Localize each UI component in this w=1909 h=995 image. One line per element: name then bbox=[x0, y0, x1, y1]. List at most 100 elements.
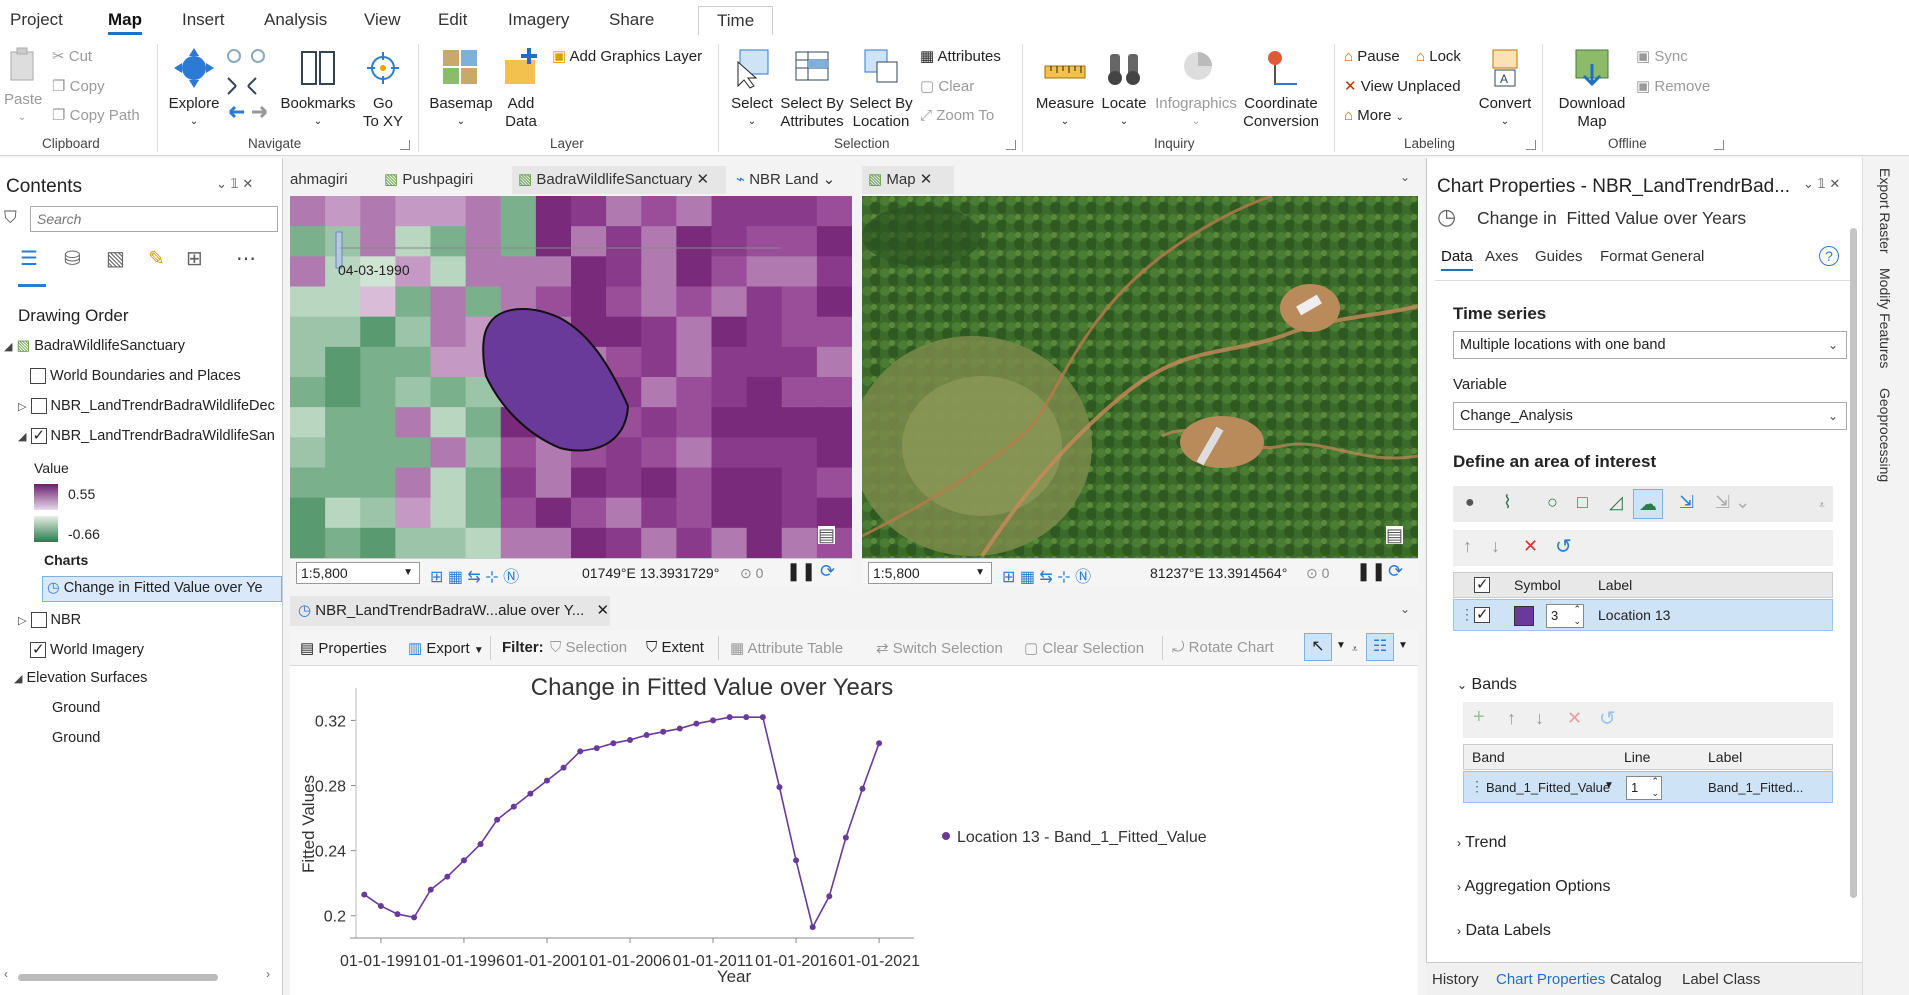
zoom-arrows-icon[interactable] bbox=[226, 48, 270, 128]
download-map-button[interactable]: Download Map bbox=[1552, 46, 1632, 131]
data-point[interactable] bbox=[759, 714, 766, 721]
close-tab-icon[interactable]: ✕ bbox=[696, 171, 709, 188]
paste-button[interactable]: Paste ⌄ bbox=[4, 46, 42, 127]
navigation-tools-icon[interactable]: ⊞ ▦ ⇆ ⊹ Ⓝ bbox=[430, 563, 519, 587]
chart-legend[interactable]: Location 13 - Band_1_Fitted_Value bbox=[942, 829, 1207, 846]
view-tab-pushpagiri[interactable]: ▧ Pushpagiri bbox=[384, 166, 506, 194]
data-point[interactable] bbox=[477, 841, 484, 848]
cut-button[interactable]: ✂ Cut bbox=[52, 48, 92, 66]
map-legend-icon[interactable]: ▤ bbox=[818, 526, 836, 544]
symbol-size-stepper[interactable]: 3 ⌃ ⌄ bbox=[1546, 604, 1584, 628]
move-up-icon[interactable]: ↑ bbox=[1463, 536, 1472, 557]
data-point[interactable] bbox=[543, 777, 550, 784]
data-point[interactable] bbox=[460, 857, 467, 864]
pane-menu-icon[interactable]: ⌄ 𝟙 ✕ bbox=[1803, 176, 1840, 192]
more-options-icon[interactable]: ⋯ bbox=[236, 246, 256, 271]
explore-button[interactable]: Explore ⌄ bbox=[166, 46, 222, 131]
view-tab-map[interactable]: ▧ Map ✕ bbox=[862, 166, 954, 194]
rotate-chart-button[interactable]: ⤾ Rotate Chart bbox=[1172, 639, 1274, 656]
circle-tool-icon[interactable]: ○ bbox=[1547, 492, 1558, 513]
navigation-tools-icon[interactable]: ⊞ ▦ ⇆ ⊹ Ⓝ bbox=[1002, 563, 1091, 587]
pause-drawing-icon[interactable]: ❚❚ bbox=[786, 561, 816, 582]
band-column-header[interactable]: Band bbox=[1472, 749, 1505, 765]
editing-icon[interactable]: ✎ bbox=[148, 246, 165, 271]
offline-launcher-icon[interactable] bbox=[1714, 140, 1724, 150]
tree-nbr[interactable]: ▷ NBR bbox=[18, 612, 81, 629]
variable-dropdown[interactable]: Change_Analysis ⌄ bbox=[1453, 402, 1847, 430]
chart-export-button[interactable]: ▥ Export ▼ bbox=[408, 639, 484, 657]
tab-project[interactable]: Project bbox=[10, 10, 63, 30]
pane-tab-label-class[interactable]: Label Class bbox=[1682, 971, 1760, 988]
freehand-tool-icon[interactable]: ☁ bbox=[1633, 489, 1663, 519]
attribute-table-button[interactable]: ▦ Attribute Table bbox=[730, 639, 843, 657]
pause-drawing-icon[interactable]: ❚❚ bbox=[1356, 561, 1386, 582]
tab-view[interactable]: View bbox=[364, 10, 401, 30]
data-point[interactable] bbox=[793, 857, 800, 864]
data-point[interactable] bbox=[826, 893, 833, 900]
legend-dropdown-icon[interactable]: ▼ bbox=[1398, 640, 1408, 651]
filter-icon[interactable]: ⛉ bbox=[4, 208, 17, 228]
convert-button[interactable]: A Convert ⌄ bbox=[1470, 46, 1540, 131]
data-point[interactable] bbox=[610, 740, 617, 747]
nbr-dec-checkbox[interactable] bbox=[30, 398, 47, 415]
switch-selection-button[interactable]: ⇄ Switch Selection bbox=[876, 639, 1003, 657]
attributes-button[interactable]: ▦ Attributes bbox=[920, 48, 1001, 66]
selection-view-icon[interactable]: ▧ bbox=[106, 246, 125, 271]
band-value[interactable]: Band_1_Fitted_Value bbox=[1486, 780, 1610, 795]
data-point[interactable] bbox=[676, 725, 683, 732]
copy-path-button[interactable]: ❐ Copy Path bbox=[52, 107, 140, 125]
drawing-order-icon[interactable]: ☰ bbox=[20, 246, 38, 271]
bands-grid-row[interactable]: ⋮ Band_1_Fitted_Value ▼ 1 ⌃ ⌄ Band_1_Fitte… bbox=[1463, 771, 1833, 803]
select-mode-icon[interactable]: ⩡ bbox=[1352, 644, 1358, 655]
rectangle-tool-icon[interactable]: □ bbox=[1577, 492, 1588, 513]
label-column-header[interactable]: Label bbox=[1598, 577, 1632, 593]
imagery-map-view[interactable]: ▤ bbox=[862, 196, 1418, 558]
tree-chart-item[interactable]: ◷ Change in Fitted Value over Ye bbox=[42, 576, 282, 602]
add-graphics-layer-button[interactable]: ▣ Add Graphics Layer bbox=[552, 48, 702, 66]
props-tab-guides[interactable]: Guides bbox=[1535, 248, 1583, 265]
drag-handle-icon[interactable]: ⋮ bbox=[1460, 606, 1474, 623]
side-tab-modify-features[interactable]: Modify Features bbox=[1877, 268, 1893, 368]
data-point[interactable] bbox=[809, 924, 816, 931]
locate-button[interactable]: Locate ⌄ bbox=[1096, 46, 1152, 131]
data-point[interactable] bbox=[776, 784, 783, 791]
data-point[interactable] bbox=[842, 834, 849, 841]
filter-selection-button[interactable]: ⛉ Selection bbox=[550, 639, 627, 656]
band-up-icon[interactable]: ↑ bbox=[1507, 708, 1516, 729]
select-by-attributes-button[interactable]: Select By Attributes bbox=[776, 46, 848, 131]
data-point[interactable] bbox=[643, 732, 650, 739]
line-stepper[interactable]: 1 ⌃ ⌄ bbox=[1626, 776, 1662, 800]
data-source-icon[interactable]: ⛁ bbox=[64, 246, 81, 271]
map-legend-icon[interactable]: ▤ bbox=[1386, 526, 1404, 544]
toolbar-overflow-icon[interactable]: ⩡ bbox=[1819, 500, 1825, 511]
view-tab-badra[interactable]: ▧ BadraWildlifeSanctuary ✕ bbox=[512, 166, 726, 194]
drag-handle-icon[interactable]: ⋮ bbox=[1470, 778, 1484, 795]
data-point[interactable] bbox=[710, 717, 717, 724]
props-vscrollbar[interactable] bbox=[1847, 218, 1859, 958]
data-point[interactable] bbox=[394, 911, 401, 918]
band-down-icon[interactable]: ↓ bbox=[1535, 708, 1544, 729]
snapping-icon[interactable]: ⊞ bbox=[186, 246, 203, 271]
coordinate-conversion-button[interactable]: Coordinate Conversion bbox=[1236, 46, 1326, 131]
world-boundaries-checkbox[interactable] bbox=[30, 368, 46, 385]
data-point[interactable] bbox=[726, 714, 733, 721]
select-tool-dropdown-icon[interactable]: ▼ bbox=[1336, 640, 1346, 651]
left-scale-dropdown[interactable]: 1:5,800 ▼ bbox=[296, 562, 420, 584]
view-unplaced-button[interactable]: ✕ View Unplaced bbox=[1344, 78, 1461, 96]
reset-icon[interactable]: ↺ bbox=[1555, 534, 1572, 559]
view-tab-ahmagiri[interactable]: ahmagiri bbox=[290, 166, 380, 194]
bookmarks-button[interactable]: Bookmarks ⌄ bbox=[280, 46, 356, 131]
data-point[interactable] bbox=[693, 720, 700, 727]
reset-bands-icon[interactable]: ↺ bbox=[1599, 706, 1616, 731]
refresh-icon[interactable]: ⟳ bbox=[1388, 561, 1403, 582]
pane-tab-history[interactable]: History bbox=[1432, 971, 1479, 988]
selected-count-icon[interactable]: ⊙ 0 bbox=[740, 565, 763, 582]
tree-world-imagery[interactable]: World Imagery bbox=[30, 640, 144, 659]
location-label[interactable]: Location 13 bbox=[1598, 607, 1670, 623]
data-point[interactable] bbox=[494, 816, 501, 823]
tab-edit[interactable]: Edit bbox=[438, 10, 467, 30]
data-point[interactable] bbox=[361, 891, 368, 898]
band-label-value[interactable]: Band_1_Fitted... bbox=[1708, 780, 1803, 795]
contents-hscrollbar[interactable]: ‹ › bbox=[4, 967, 276, 984]
props-tab-data[interactable]: Data bbox=[1441, 248, 1473, 271]
